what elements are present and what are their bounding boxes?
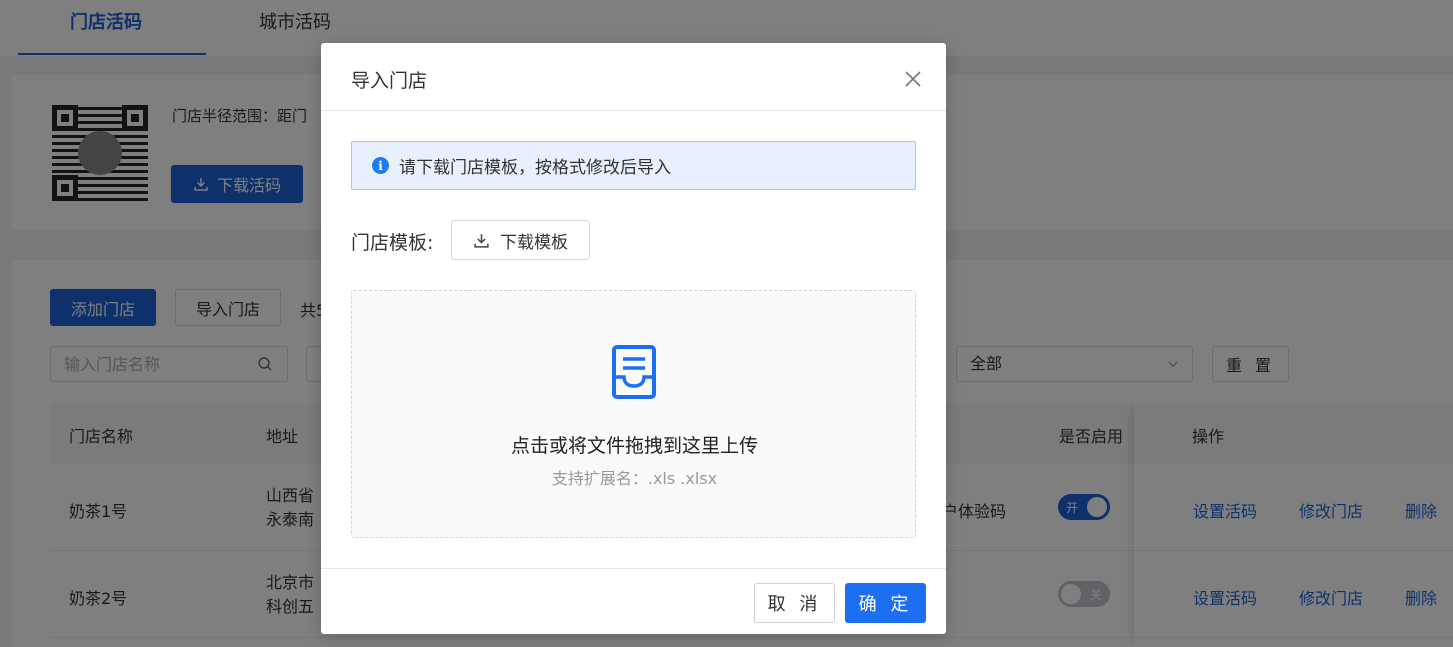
upload-hint: 支持扩展名：.xls .xlsx (551, 469, 718, 488)
dialog-title: 导入门店 (351, 70, 428, 92)
info-alert: i 请下载门店模板，按格式修改后导入 (351, 141, 916, 190)
dialog-footer: 取 消 确 定 (321, 568, 946, 634)
dialog-header: 导入门店 (321, 43, 946, 111)
download-template-button[interactable]: 下载模板 (451, 220, 590, 260)
upload-instruction: 点击或将文件拖拽到这里上传 (510, 435, 758, 457)
upload-dropzone[interactable]: 点击或将文件拖拽到这里上传 支持扩展名：.xls .xlsx (351, 290, 916, 538)
download-icon (474, 233, 489, 248)
import-store-dialog: 导入门店 i 请下载门店模板，按格式修改后导入 门店模板: 下载模板 点击或将文… (321, 43, 946, 634)
alert-message: 请下载门店模板，按格式修改后导入 (399, 158, 671, 178)
close-icon[interactable] (904, 70, 922, 88)
file-upload-icon (612, 345, 656, 399)
info-icon: i (372, 157, 389, 174)
download-template-label: 下载模板 (500, 232, 568, 253)
confirm-button[interactable]: 确 定 (845, 583, 926, 623)
cancel-button[interactable]: 取 消 (754, 583, 835, 623)
template-label: 门店模板: (351, 232, 434, 254)
